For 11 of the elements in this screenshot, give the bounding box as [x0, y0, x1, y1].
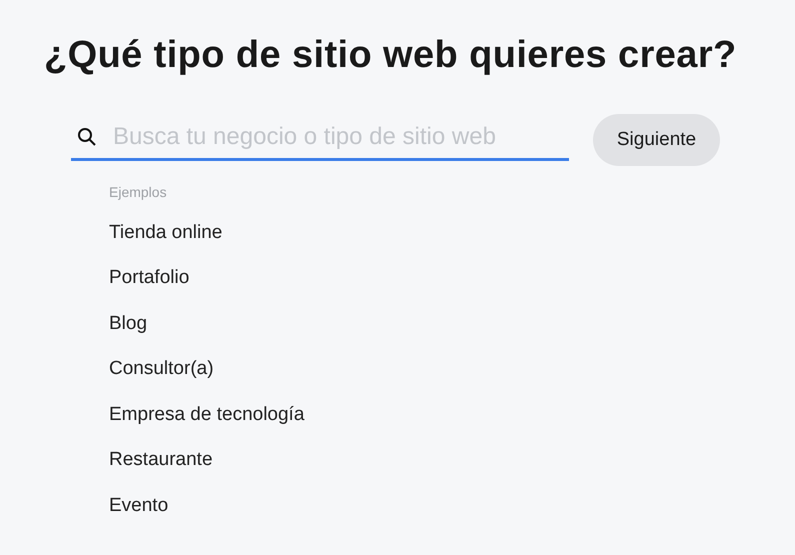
examples-label: Ejemplos: [109, 184, 168, 200]
example-item[interactable]: Empresa de tecnología: [109, 392, 795, 438]
example-item[interactable]: Tienda online: [109, 210, 795, 256]
example-item[interactable]: Restaurante: [109, 438, 795, 483]
example-item[interactable]: Blog: [109, 301, 795, 346]
example-item[interactable]: Evento: [109, 483, 795, 528]
next-button[interactable]: Siguiente: [593, 114, 720, 166]
page-heading: ¿Qué tipo de sitio web quieres crear?: [44, 34, 738, 77]
example-item[interactable]: Portafolio: [109, 256, 795, 301]
search-icon: [77, 126, 97, 146]
example-item[interactable]: Consultor(a): [109, 346, 795, 392]
